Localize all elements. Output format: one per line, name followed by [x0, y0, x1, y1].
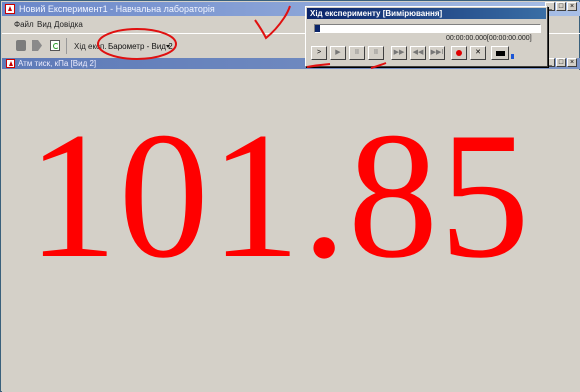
chevron-down-icon: [166, 45, 170, 48]
experiment-window-title-bar: Хід експерименту [Вимірювання]: [307, 8, 546, 19]
stop-button[interactable]: [491, 46, 509, 60]
refresh-icon[interactable]: [50, 40, 60, 51]
experiment-window-title: Хід експерименту [Вимірювання]: [310, 9, 443, 18]
sensor-view-select[interactable]: Барометр - Вид 2: [105, 41, 173, 52]
sensor-view-value: Барометр - Вид 2: [108, 42, 173, 51]
delete-button[interactable]: ✕: [470, 46, 486, 60]
menu-help[interactable]: Довідка: [54, 20, 83, 29]
toolbar-separator: [66, 38, 67, 54]
play-button[interactable]: >: [311, 46, 327, 60]
pause-alt-button[interactable]: II: [368, 46, 384, 60]
experiment-progress-window: Хід експерименту [Вимірювання] 00:00:00.…: [305, 6, 548, 67]
skip-button[interactable]: ▶▶I: [429, 46, 445, 60]
record-icon: [456, 50, 462, 56]
stop-square-icon: [495, 51, 505, 56]
step-button[interactable]: ▶: [330, 46, 346, 60]
window-title: Новий Експеримент1 - Навчальна лаборатор…: [19, 4, 215, 14]
stop-icon[interactable]: [32, 40, 42, 51]
child-window-title: Атм тиск, кПа [Вид 2]: [18, 59, 97, 68]
child-window-icon: [6, 59, 15, 68]
print-icon[interactable]: [16, 40, 26, 51]
progress-fill: [315, 25, 320, 32]
app-icon: [5, 4, 15, 14]
elapsed-time: 00:00:00.000[00:00:00.000]: [446, 35, 532, 42]
resize-grip-icon[interactable]: [511, 54, 514, 59]
menu-file[interactable]: Файл: [14, 20, 34, 29]
pause-button[interactable]: II: [349, 46, 365, 60]
main-close-button[interactable]: ×: [567, 2, 577, 11]
maximize-button[interactable]: □: [556, 58, 566, 67]
experiment-progress-bar[interactable]: [314, 24, 541, 33]
record-button[interactable]: [451, 46, 467, 60]
pressure-value: 101.85: [27, 96, 531, 296]
rewind-button[interactable]: ◀◀: [410, 46, 426, 60]
menu-view[interactable]: Вид: [37, 20, 51, 29]
close-button[interactable]: ×: [567, 58, 577, 67]
main-maximize-button[interactable]: □: [556, 2, 566, 11]
fast-forward-button[interactable]: ▶▶: [391, 46, 407, 60]
experiment-progress-label[interactable]: Хід експ.: [74, 42, 107, 51]
